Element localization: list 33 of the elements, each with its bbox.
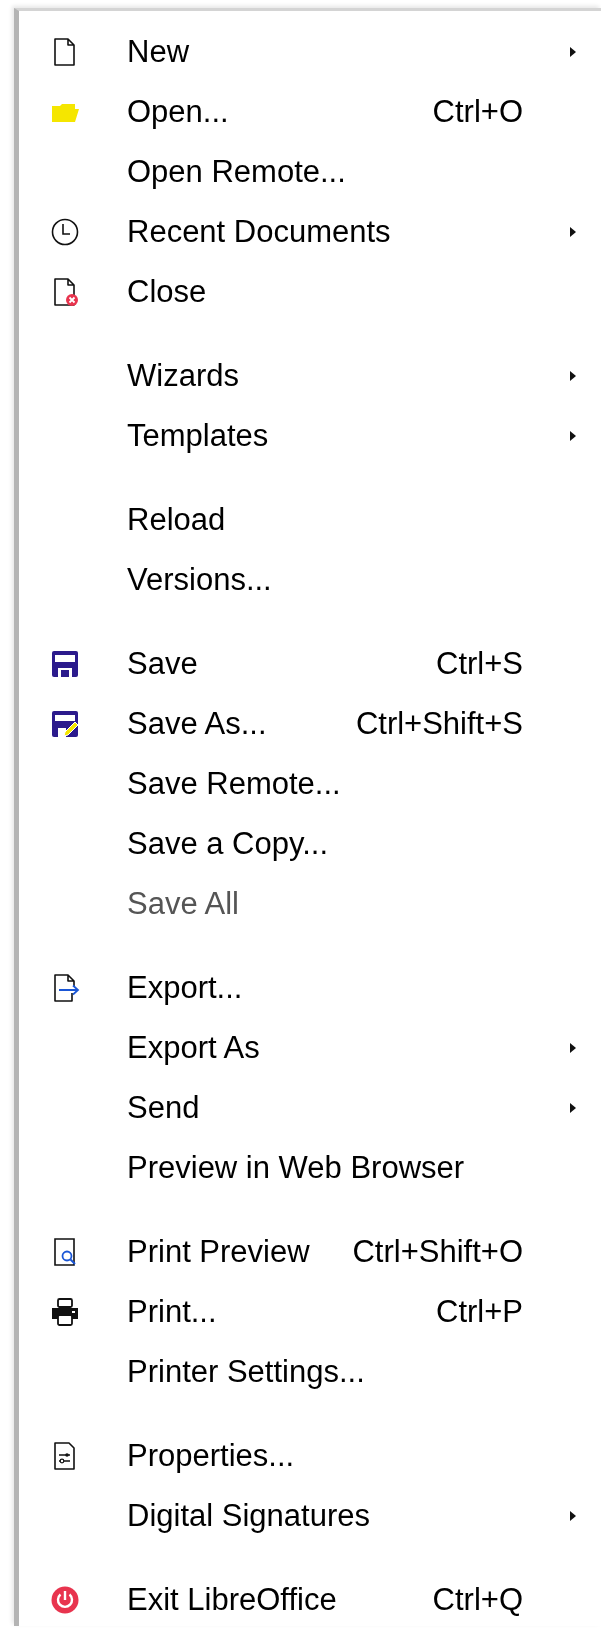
shortcut-label: Ctrl+Q	[432, 1582, 523, 1618]
menu-item[interactable]: Export...	[127, 970, 566, 1006]
menu-item[interactable]: Close	[127, 274, 566, 310]
menu-item[interactable]: Reload	[127, 502, 566, 538]
floppy-disk-pencil-icon	[50, 709, 80, 739]
shortcut-label: Ctrl+Shift+S	[355, 706, 523, 742]
menu-item[interactable]: Open...	[127, 94, 433, 130]
menu-item[interactable]: Send	[127, 1090, 566, 1126]
menu-item[interactable]: Export As	[127, 1030, 566, 1066]
menu-item[interactable]: Versions...	[127, 562, 566, 598]
menu-item[interactable]: Printer Settings...	[127, 1354, 566, 1390]
printer-icon	[50, 1297, 80, 1327]
power-icon	[50, 1585, 80, 1615]
menu-item[interactable]: Properties...	[127, 1438, 566, 1474]
clock-icon	[50, 217, 80, 247]
menu-item[interactable]: Save	[127, 646, 436, 682]
shortcut-label: Ctrl+P	[436, 1294, 523, 1330]
menu-item[interactable]: Print...	[127, 1294, 436, 1330]
menu-item[interactable]: Open Remote...	[127, 154, 566, 190]
shortcut-label: Ctrl+O	[432, 94, 523, 130]
menu-item[interactable]: New	[127, 34, 566, 70]
menu-item[interactable]: Print Preview	[127, 1234, 353, 1270]
menu-item[interactable]: Wizards	[127, 358, 566, 394]
menu-item[interactable]: Preview in Web Browser	[127, 1150, 566, 1186]
menu-item[interactable]: Save Remote...	[127, 766, 566, 802]
menu-item[interactable]: Exit LibreOffice	[127, 1582, 433, 1618]
menu-item[interactable]: Recent Documents	[127, 214, 566, 250]
menu-item[interactable]: Digital Signatures	[127, 1498, 566, 1534]
shortcut-label: Ctrl+S	[436, 646, 523, 682]
shortcut-label: Ctrl+Shift+O	[352, 1234, 523, 1270]
menu-item[interactable]: Save As...	[127, 706, 356, 742]
menu-item[interactable]: Save a Copy...	[127, 826, 566, 862]
menu-item[interactable]: Templates	[127, 418, 566, 454]
